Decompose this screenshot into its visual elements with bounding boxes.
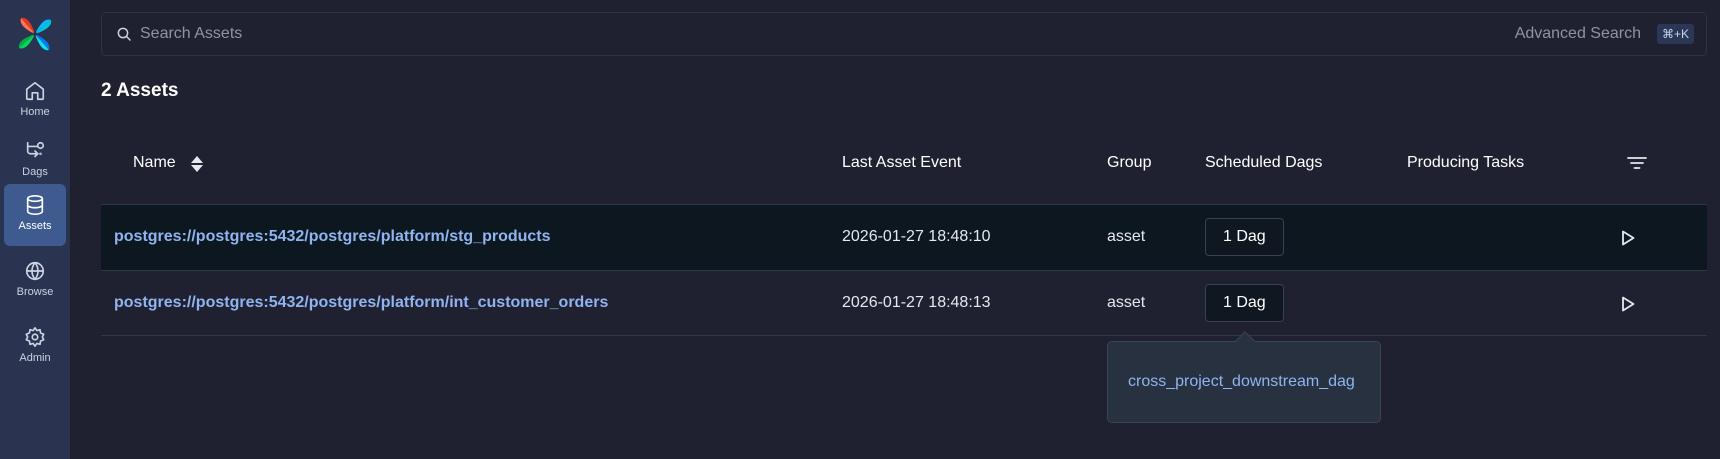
dag-link[interactable]: cross_project_downstream_dag	[1128, 373, 1355, 391]
search-input[interactable]	[140, 21, 1340, 47]
scheduled-dags-badge[interactable]: 1 Dag	[1205, 284, 1284, 322]
airflow-logo-icon[interactable]	[15, 14, 55, 54]
table-row: postgres://postgres:5432/postgres/platfo…	[101, 204, 1707, 270]
sidebar: Home Dags Assets Browse Admin	[0, 0, 70, 459]
column-header-group[interactable]: Group	[1107, 154, 1151, 172]
advanced-search-link[interactable]: Advanced Search	[1515, 25, 1641, 43]
table-row: postgres://postgres:5432/postgres/platfo…	[101, 270, 1707, 336]
column-header-name[interactable]: Name	[133, 154, 176, 172]
asset-group: asset	[1107, 294, 1146, 311]
sidebar-item-label: Browse	[16, 286, 54, 298]
sidebar-item-label: Dags	[22, 166, 48, 178]
asset-name-link[interactable]: postgres://postgres:5432/postgres/platfo…	[114, 228, 551, 246]
scheduled-dags-badge[interactable]: 1 Dag	[1205, 218, 1284, 256]
page-title: 2 Assets	[101, 80, 179, 101]
column-header-producing-tasks[interactable]: Producing Tasks	[1407, 154, 1524, 172]
column-header-scheduled-dags[interactable]: Scheduled Dags	[1205, 154, 1322, 172]
search-bar: Advanced Search ⌘+K	[101, 12, 1707, 56]
play-icon[interactable]	[1621, 230, 1635, 246]
shortcut-badge: ⌘+K	[1656, 24, 1694, 44]
sidebar-item-label: Assets	[18, 220, 52, 232]
sidebar-item-dags[interactable]: Dags	[4, 130, 66, 192]
play-icon[interactable]	[1621, 296, 1635, 312]
globe-icon	[25, 261, 45, 281]
sort-icon[interactable]	[190, 155, 204, 173]
column-header-last-event[interactable]: Last Asset Event	[842, 154, 961, 172]
table-header: Name Last Asset Event Group Scheduled Da…	[101, 140, 1707, 186]
filter-icon[interactable]	[1627, 156, 1647, 170]
asset-group: asset	[1107, 228, 1146, 245]
last-asset-event: 2026-01-27 18:48:10	[842, 228, 991, 245]
sidebar-item-label: Home	[20, 106, 50, 118]
sidebar-item-browse[interactable]: Browse	[4, 250, 66, 312]
scheduled-dags-popover: cross_project_downstream_dag	[1107, 331, 1381, 423]
asset-name-link[interactable]: postgres://postgres:5432/postgres/platfo…	[114, 294, 608, 312]
sidebar-item-label: Admin	[19, 352, 51, 364]
last-asset-event: 2026-01-27 18:48:13	[842, 294, 991, 311]
sidebar-item-admin[interactable]: Admin	[4, 316, 66, 378]
sidebar-item-assets[interactable]: Assets	[4, 184, 66, 246]
search-icon	[117, 27, 131, 41]
sidebar-item-home[interactable]: Home	[4, 70, 66, 132]
dags-icon	[26, 141, 45, 158]
database-icon	[26, 195, 44, 215]
gear-icon	[25, 327, 45, 347]
home-icon	[25, 81, 45, 101]
